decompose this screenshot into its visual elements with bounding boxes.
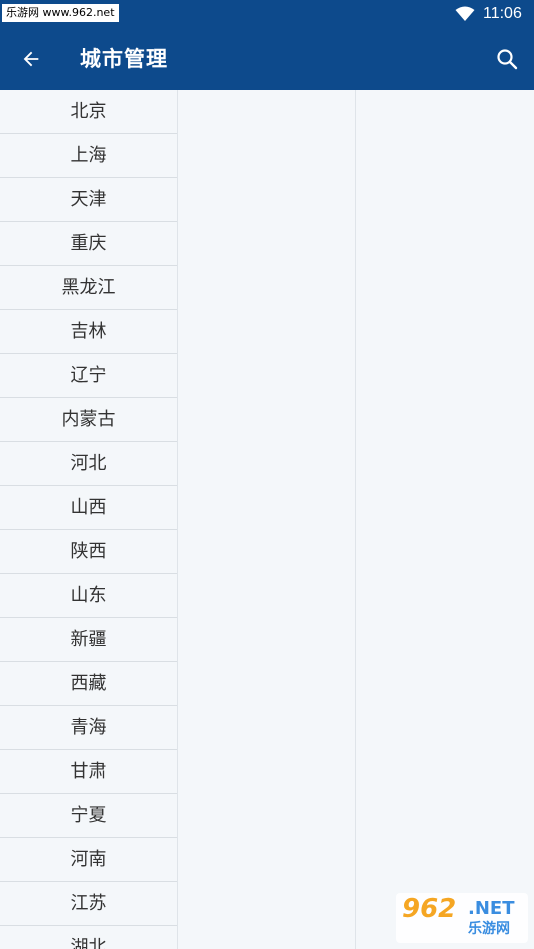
watermark-sub: 乐游网 [468,921,510,937]
content-area: 北京 上海 天津 重庆 黑龙江 吉林 辽宁 内蒙古 河北 山西 陕西 山东 新疆 西藏 青海 甘肃 宁夏 河南 江苏… [0,90,534,949]
province-item[interactable]: 北京 [0,90,177,134]
province-item[interactable]: 甘肃 [0,750,177,794]
province-item[interactable]: 新疆 [0,618,177,662]
province-item[interactable]: 陕西 [0,530,177,574]
province-list[interactable]: 北京 上海 天津 重庆 黑龙江 吉林 辽宁 内蒙古 河北 山西 陕西 山东 新疆 西藏 青海 甘肃 宁夏 河南 江苏… [0,90,178,949]
province-item[interactable]: 黑龙江 [0,266,177,310]
page-title: 城市管理 [80,47,168,71]
city-list[interactable] [178,90,356,949]
back-button[interactable] [10,38,52,80]
status-time: 11:06 [483,5,522,22]
arrow-left-icon [23,51,39,67]
province-item[interactable]: 西藏 [0,662,177,706]
province-item[interactable]: 内蒙古 [0,398,177,442]
province-item[interactable]: 山东 [0,574,177,618]
province-item[interactable]: 辽宁 [0,354,177,398]
province-item[interactable]: 上海 [0,134,177,178]
search-button[interactable] [486,38,528,80]
province-item[interactable]: 天津 [0,178,177,222]
province-item[interactable]: 山西 [0,486,177,530]
screen: 乐游网 www.962.net 11:06 城市管理 北京 上海 天津 重庆 黑龙江 吉林… [0,0,534,949]
province-item[interactable]: 宁夏 [0,794,177,838]
search-icon [497,49,518,70]
province-item[interactable]: 河北 [0,442,177,486]
province-item[interactable]: 青海 [0,706,177,750]
province-item[interactable]: 河南 [0,838,177,882]
province-item[interactable]: 湖北 [0,926,177,949]
wifi-icon [455,6,475,21]
province-item[interactable]: 吉林 [0,310,177,354]
watermark-logo: 962 .NET 乐游网 [396,893,528,943]
status-bar: 乐游网 www.962.net 11:06 [0,0,534,28]
watermark-main: 962 [402,894,457,924]
province-item[interactable]: 重庆 [0,222,177,266]
watermark-label: 乐游网 www.962.net [2,4,119,22]
province-item[interactable]: 江苏 [0,882,177,926]
app-bar: 城市管理 [0,28,534,90]
watermark-suffix: .NET [468,898,515,919]
district-list[interactable] [356,90,534,949]
